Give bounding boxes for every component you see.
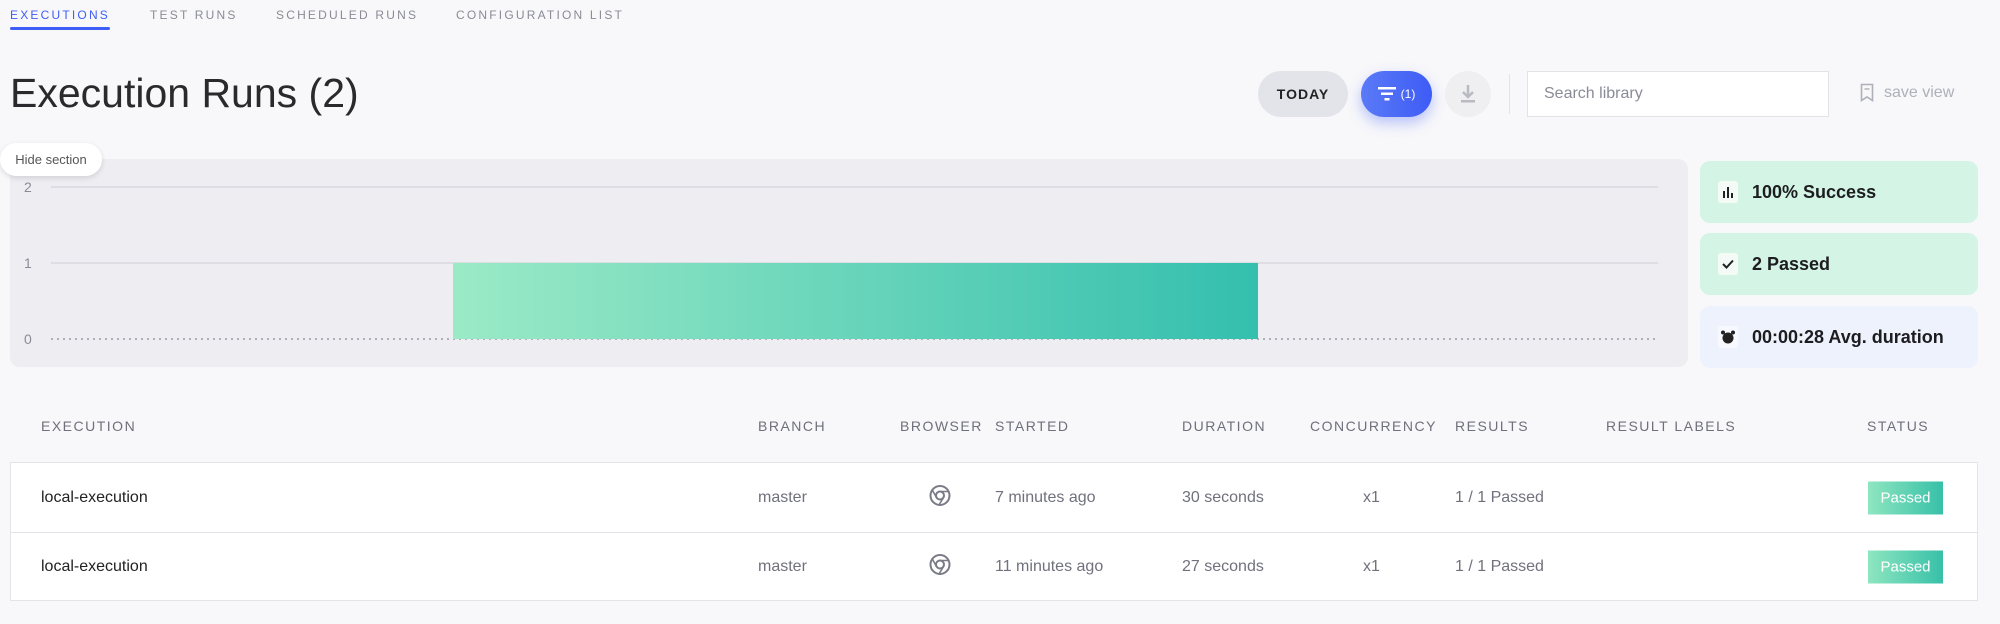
chrome-icon xyxy=(929,484,951,511)
bookmark-icon xyxy=(1860,83,1874,102)
col-result-labels[interactable]: RESULT LABELS xyxy=(1606,418,1736,434)
executions-chart: 0 1 2 xyxy=(10,159,1688,367)
stat-success: 100% Success xyxy=(1700,161,1978,223)
tab-executions[interactable]: EXECUTIONS xyxy=(10,8,111,30)
y-tick-label: 1 xyxy=(24,255,32,271)
chart-svg: 0 1 2 xyxy=(24,179,1658,347)
branch: master xyxy=(758,558,807,575)
execution-name[interactable]: local-execution xyxy=(41,489,148,507)
results: 1 / 1 Passed xyxy=(1455,558,1544,575)
col-browser[interactable]: BROWSER xyxy=(900,418,983,434)
started: 11 minutes ago xyxy=(995,558,1104,575)
stat-duration-label: 00:00:28 Avg. duration xyxy=(1752,326,1944,347)
table-row[interactable]: local-execution master 7 minutes ago 30 … xyxy=(11,463,1977,532)
table-row[interactable]: local-execution master 11 minutes ago 27… xyxy=(11,532,1977,601)
save-view-label: save view xyxy=(1884,83,1955,101)
search-input[interactable] xyxy=(1527,71,1829,117)
chrome-icon xyxy=(929,554,951,581)
save-view-button[interactable]: save view xyxy=(1860,83,1954,102)
branch: master xyxy=(758,488,807,506)
status-badge: Passed xyxy=(1868,550,1943,584)
download-button[interactable] xyxy=(1445,71,1491,117)
col-started[interactable]: STARTED xyxy=(995,418,1070,434)
y-tick-label: 2 xyxy=(24,179,32,195)
col-duration[interactable]: DURATION xyxy=(1182,418,1266,434)
check-icon xyxy=(1718,253,1738,275)
stat-success-label: 100% Success xyxy=(1752,181,1877,202)
col-concurrency[interactable]: CONCURRENCY xyxy=(1310,418,1437,434)
today-button[interactable]: TODAY xyxy=(1258,71,1348,117)
stat-passed: 2 Passed xyxy=(1700,233,1978,295)
tab-test-runs[interactable]: TEST RUNS xyxy=(150,8,238,22)
duration: 27 seconds xyxy=(1182,558,1264,575)
y-tick-label: 0 xyxy=(24,331,32,347)
hide-section-tooltip[interactable]: Hide section xyxy=(0,143,102,176)
col-branch[interactable]: BRANCH xyxy=(758,418,826,434)
bar[interactable] xyxy=(453,263,1258,339)
executions-table: local-execution master 7 minutes ago 30 … xyxy=(10,462,1978,601)
started: 7 minutes ago xyxy=(995,488,1096,506)
concurrency: x1 xyxy=(1363,558,1380,575)
col-results[interactable]: RESULTS xyxy=(1455,418,1529,434)
status-badge: Passed xyxy=(1868,481,1943,514)
alarm-clock-icon xyxy=(1718,326,1738,348)
stat-duration: 00:00:28 Avg. duration xyxy=(1700,306,1978,368)
col-execution[interactable]: EXECUTION xyxy=(41,418,136,434)
results: 1 / 1 Passed xyxy=(1455,488,1544,506)
bar-chart-icon xyxy=(1718,181,1738,203)
filter-button[interactable]: (1) xyxy=(1361,71,1432,117)
col-status[interactable]: STATUS xyxy=(1867,418,1929,434)
tab-scheduled-runs[interactable]: SCHEDULED RUNS xyxy=(276,8,418,22)
filter-icon xyxy=(1377,87,1396,101)
concurrency: x1 xyxy=(1363,488,1380,506)
download-icon xyxy=(1461,85,1475,103)
toolbar-divider xyxy=(1509,74,1510,114)
page-title: Execution Runs (2) xyxy=(10,70,359,116)
filter-count: (1) xyxy=(1400,87,1416,101)
stat-passed-label: 2 Passed xyxy=(1752,253,1831,274)
duration: 30 seconds xyxy=(1182,488,1264,506)
tab-configuration-list[interactable]: CONFIGURATION LIST xyxy=(456,8,624,22)
execution-name[interactable]: local-execution xyxy=(41,558,148,576)
